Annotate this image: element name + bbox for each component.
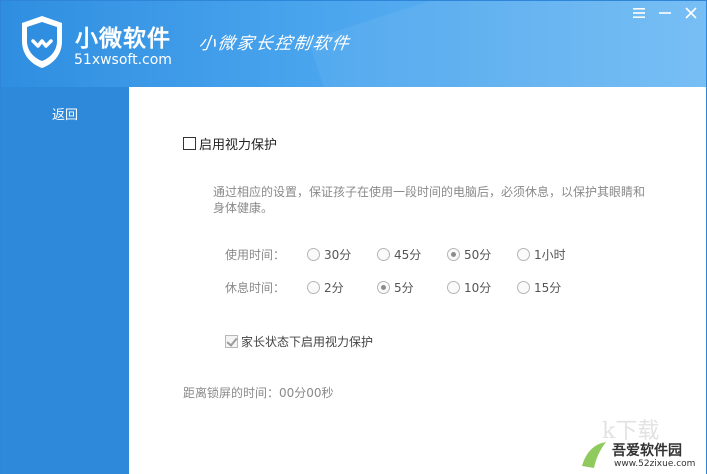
description-text: 通过相应的设置，保证孩子在使用一段时间的电脑后，必须休息，以保护其眼睛和身体健康… [213,185,646,215]
title-bar: 小微软件 51xwsoft.com 小微家长控制软件 [1,1,706,87]
shield-logo-icon [22,16,62,68]
close-button[interactable] [684,7,702,23]
sidebar: 返回 [1,87,129,474]
use-time-label: 使用时间： [225,248,286,262]
app-window: 小微软件 51xwsoft.com 小微家长控制软件 返回 启用视力保护 通过相… [0,0,707,474]
eye-protection-toggle[interactable]: 启用视力保护 [183,134,277,153]
use-time-option[interactable]: 30分 [307,246,351,263]
rest-time-label: 休息时间： [225,281,286,295]
rest-time-option[interactable]: 15分 [517,279,561,296]
radio-icon[interactable] [517,281,530,294]
radio-icon[interactable] [377,248,390,261]
watermark-title: 吾爱软件园 [612,443,682,459]
minimize-button[interactable] [658,7,676,23]
rest-time-option-label: 2分 [324,281,344,295]
brand-url: 51xwsoft.com [74,52,172,68]
radio-selected-icon[interactable] [447,248,460,261]
radio-icon[interactable] [307,248,320,261]
rest-time-option-label: 5分 [394,281,414,295]
brand-name: 小微软件 [75,26,171,52]
watermark-url: www.52zixue.com [614,459,696,469]
rest-time-option[interactable]: 5分 [377,279,414,296]
app-slogan: 小微家长控制软件 [197,34,353,54]
use-time-option[interactable]: 50分 [447,246,491,263]
rest-time-option[interactable]: 2分 [307,279,344,296]
lock-countdown-label: 距离锁屏的时间： [183,386,280,400]
use-time-option[interactable]: 45分 [377,246,421,263]
use-time-option-label: 1小时 [534,248,566,262]
parent-mode-toggle[interactable]: 家长状态下启用视力保护 [225,333,373,350]
back-button[interactable]: 返回 [1,104,129,123]
menu-button[interactable] [632,7,650,23]
parent-mode-checkbox[interactable] [225,335,238,348]
lock-countdown: 距离锁屏的时间：00分00秒 [183,384,334,401]
use-time-option-label: 30分 [324,248,352,262]
rest-time-option-label: 10分 [464,281,492,295]
radio-selected-icon[interactable] [377,281,390,294]
rest-time-option[interactable]: 10分 [447,279,491,296]
use-time-option-label: 50分 [464,248,492,262]
close-icon [685,7,697,19]
radio-icon[interactable] [307,281,320,294]
lock-countdown-value: 00分00秒 [279,386,334,400]
menu-icon [633,8,645,18]
use-time-option[interactable]: 1小时 [517,246,566,263]
minimize-icon [659,12,671,14]
eye-protection-label: 启用视力保护 [199,138,278,153]
eye-protection-checkbox[interactable] [183,137,196,150]
parent-mode-label: 家长状态下启用视力保护 [241,335,374,349]
radio-icon[interactable] [517,248,530,261]
use-time-option-label: 45分 [394,248,422,262]
rest-time-option-label: 15分 [534,281,562,295]
radio-icon[interactable] [447,281,460,294]
